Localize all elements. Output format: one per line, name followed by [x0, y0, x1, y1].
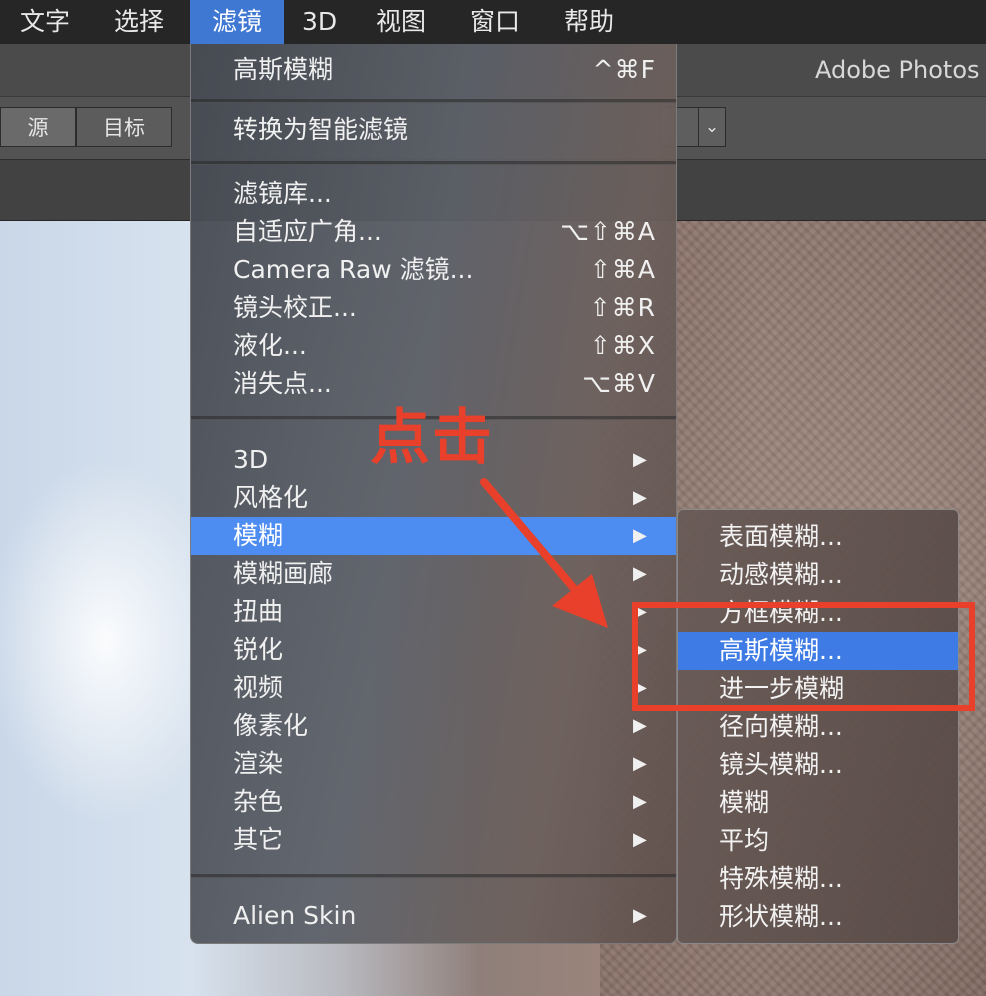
- menu-separator: [191, 161, 676, 165]
- menu-item-label: 杂色: [233, 787, 284, 816]
- shortcut-label: ⇧⌘R: [589, 293, 656, 322]
- menu-item-label: 消失点...: [233, 369, 332, 398]
- menu-item-last-filter[interactable]: 高斯模糊 ^⌘F: [191, 51, 676, 89]
- menu-item-camera-raw[interactable]: Camera Raw 滤镜... ⇧⌘A: [191, 251, 676, 289]
- annotation-click-label: 点击: [370, 403, 494, 473]
- menu-item-label: 特殊模糊...: [719, 864, 843, 893]
- menu-item-label: 渲染: [233, 749, 284, 778]
- menu-filter[interactable]: 滤镜: [190, 0, 284, 44]
- submenu-item-pixelate[interactable]: 像素化 ▶: [191, 707, 676, 745]
- blur-item-blur[interactable]: 模糊: [678, 784, 958, 822]
- menu-help[interactable]: 帮助: [554, 0, 624, 44]
- menu-separator: [191, 99, 676, 103]
- target-button[interactable]: 目标: [76, 107, 172, 147]
- blur-item-motion[interactable]: 动感模糊...: [678, 556, 958, 594]
- menu-item-label: 液化...: [233, 331, 307, 360]
- submenu-arrow-icon: ▶: [633, 563, 647, 584]
- shortcut-label: ^⌘F: [592, 55, 656, 84]
- shortcut-label: ⇧⌘A: [589, 255, 656, 284]
- source-button[interactable]: 源: [0, 107, 76, 147]
- submenu-arrow-icon: ▶: [633, 487, 647, 508]
- submenu-arrow-icon: ▶: [633, 449, 647, 470]
- menu-item-label: 模糊: [233, 521, 284, 550]
- menu-item-label: 风格化: [233, 483, 309, 512]
- shortcut-label: ⌥⇧⌘A: [560, 217, 656, 246]
- menubar: 文字 选择 滤镜 3D 视图 窗口 帮助: [0, 0, 986, 44]
- menu-select[interactable]: 选择: [104, 0, 174, 44]
- submenu-arrow-icon: ▶: [633, 525, 647, 546]
- menu-item-label: 径向模糊...: [719, 712, 843, 741]
- chevron-down-icon: ⌄: [698, 108, 725, 146]
- menu-item-label: 模糊画廊: [233, 559, 334, 588]
- menu-item-liquify[interactable]: 液化... ⇧⌘X: [191, 327, 676, 365]
- menu-item-label: 视频: [233, 673, 284, 702]
- menu-item-convert-smart-filter[interactable]: 转换为智能滤镜: [191, 111, 676, 149]
- submenu-arrow-icon: ▶: [633, 791, 647, 812]
- menu-item-label: 像素化: [233, 711, 309, 740]
- filter-menu: 高斯模糊 ^⌘F 转换为智能滤镜 滤镜库... 自适应广角... ⌥⇧⌘A Ca…: [190, 44, 677, 944]
- blur-item-radial[interactable]: 径向模糊...: [678, 708, 958, 746]
- menu-item-label: 模糊: [719, 788, 770, 817]
- menu-item-label: 转换为智能滤镜: [233, 115, 409, 144]
- menu-item-label: 镜头校正...: [233, 293, 357, 322]
- submenu-item-sharpen[interactable]: 锐化 ▶: [191, 631, 676, 669]
- submenu-item-other[interactable]: 其它 ▶: [191, 821, 676, 859]
- submenu-arrow-icon: ▶: [633, 829, 647, 850]
- annotation-highlight-box: [632, 602, 975, 711]
- menu-item-label: 锐化: [233, 635, 284, 664]
- submenu-item-video[interactable]: 视频 ▶: [191, 669, 676, 707]
- shortcut-label: ⌥⌘V: [582, 369, 656, 398]
- menu-text[interactable]: 文字: [10, 0, 80, 44]
- menu-item-label: 平均: [719, 826, 770, 855]
- menu-item-label: 高斯模糊: [233, 55, 334, 84]
- menu-item-label: 表面模糊...: [719, 522, 843, 551]
- submenu-item-noise[interactable]: 杂色 ▶: [191, 783, 676, 821]
- menu-item-adaptive-wide-angle[interactable]: 自适应广角... ⌥⇧⌘A: [191, 213, 676, 251]
- submenu-item-stylize[interactable]: 风格化 ▶: [191, 479, 676, 517]
- submenu-item-alien-skin[interactable]: Alien Skin ▶: [191, 897, 676, 935]
- menu-3d[interactable]: 3D: [292, 0, 347, 44]
- blur-item-shape[interactable]: 形状模糊...: [678, 898, 958, 936]
- menu-item-label: 滤镜库...: [233, 179, 332, 208]
- submenu-item-render[interactable]: 渲染 ▶: [191, 745, 676, 783]
- blur-item-lens[interactable]: 镜头模糊...: [678, 746, 958, 784]
- submenu-item-distort[interactable]: 扭曲 ▶: [191, 593, 676, 631]
- submenu-item-blur-gallery[interactable]: 模糊画廊 ▶: [191, 555, 676, 593]
- shortcut-label: ⇧⌘X: [589, 331, 656, 360]
- menu-item-label: 动感模糊...: [719, 560, 843, 589]
- menu-item-lens-correction[interactable]: 镜头校正... ⇧⌘R: [191, 289, 676, 327]
- menu-item-label: Camera Raw 滤镜...: [233, 255, 474, 284]
- menu-view[interactable]: 视图: [366, 0, 436, 44]
- menu-item-label: 形状模糊...: [719, 902, 843, 931]
- menu-item-label: 3D: [233, 445, 269, 474]
- blur-submenu: 表面模糊... 动感模糊... 方框模糊... 高斯模糊... 进一步模糊 径向…: [677, 509, 959, 944]
- menu-item-label: 镜头模糊...: [719, 750, 843, 779]
- menu-item-label: 其它: [233, 825, 284, 854]
- submenu-arrow-icon: ▶: [633, 753, 647, 774]
- blur-item-surface[interactable]: 表面模糊...: [678, 518, 958, 556]
- submenu-arrow-icon: ▶: [633, 715, 647, 736]
- menu-window[interactable]: 窗口: [460, 0, 530, 44]
- submenu-item-blur[interactable]: 模糊 ▶: [191, 517, 676, 555]
- submenu-arrow-icon: ▶: [633, 905, 647, 926]
- menu-separator: [191, 874, 676, 878]
- menu-item-label: 扭曲: [233, 597, 284, 626]
- blur-item-average[interactable]: 平均: [678, 822, 958, 860]
- blur-item-smart[interactable]: 特殊模糊...: [678, 860, 958, 898]
- menu-item-filter-gallery[interactable]: 滤镜库...: [191, 175, 676, 213]
- menu-item-label: Alien Skin: [233, 901, 357, 930]
- menu-item-label: 自适应广角...: [233, 217, 382, 246]
- app-title: Adobe Photos: [815, 56, 980, 84]
